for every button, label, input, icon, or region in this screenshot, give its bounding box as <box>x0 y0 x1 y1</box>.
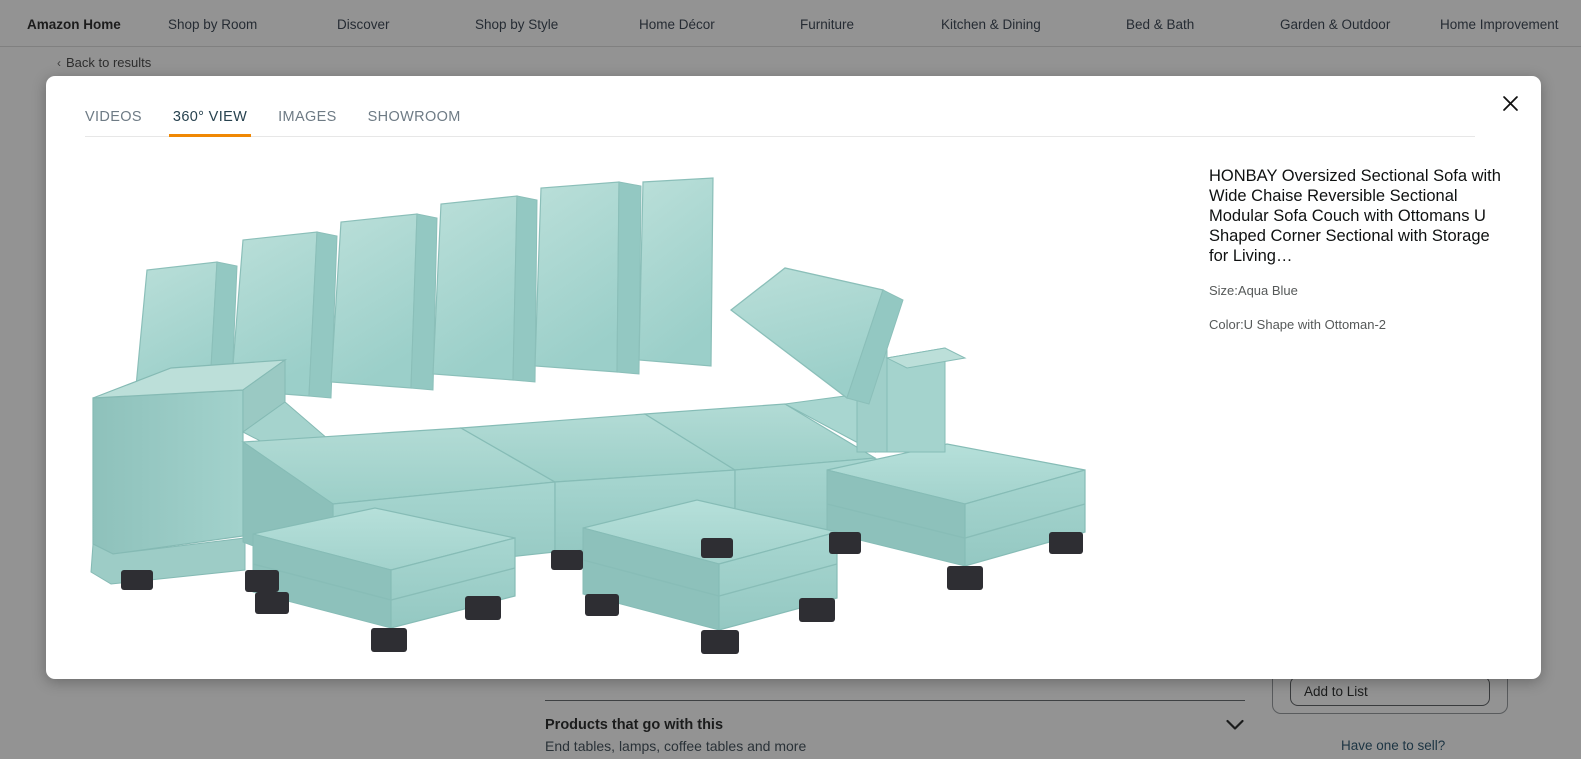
product-360-viewer[interactable] <box>85 152 1205 657</box>
tab-360-view[interactable]: 360° VIEW <box>168 109 252 137</box>
media-gallery-modal: VIDEOS 360° VIEW IMAGES SHOWROOM HONBAY … <box>46 76 1541 679</box>
tab-images[interactable]: IMAGES <box>278 109 337 136</box>
product-size-attribute: Size:Aqua Blue <box>1209 283 1298 298</box>
page-root: Amazon Home Shop by Room Discover Shop b… <box>0 0 1581 759</box>
tab-showroom[interactable]: SHOWROOM <box>368 109 461 136</box>
product-info-panel: HONBAY Oversized Sectional Sofa with Wid… <box>1209 166 1509 332</box>
close-icon[interactable] <box>1493 86 1527 120</box>
product-color-attribute: Color:U Shape with Ottoman-2 <box>1209 317 1387 332</box>
tab-videos[interactable]: VIDEOS <box>85 109 142 136</box>
sofa-product-image <box>85 152 1205 657</box>
product-title: HONBAY Oversized Sectional Sofa with Wid… <box>1209 167 1501 265</box>
media-tabs: VIDEOS 360° VIEW IMAGES SHOWROOM <box>85 102 1475 137</box>
